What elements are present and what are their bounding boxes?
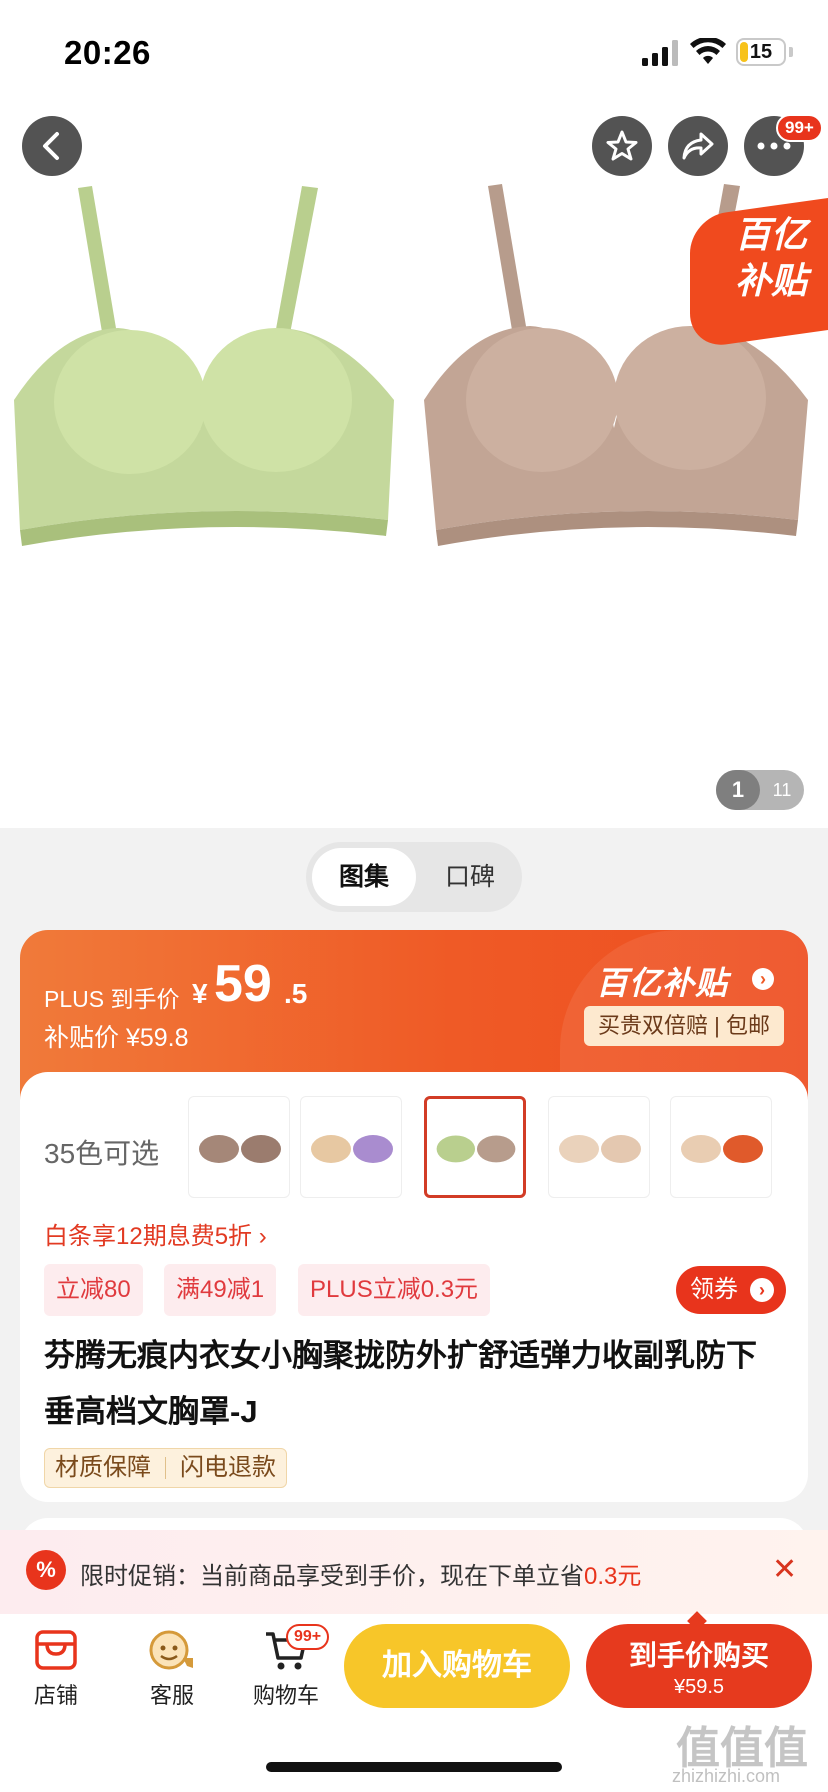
installment-offer-link[interactable]: 白条享12期息费5折 › (44, 1216, 267, 1251)
buy-now-label: 到手价购买 (628, 1640, 769, 1671)
chevron-left-icon (43, 132, 59, 160)
share-icon (682, 132, 714, 160)
wifi-icon (690, 38, 726, 64)
chevron-right-icon: › (752, 968, 774, 990)
share-button[interactable] (668, 116, 728, 176)
battery-icon: 15 (736, 38, 786, 66)
cart-label: 购物车 (252, 1683, 319, 1708)
get-coupon-button[interactable]: 领券 › (676, 1266, 786, 1314)
green-bra-image (14, 186, 394, 546)
discount-tag: 立减80 (44, 1264, 143, 1316)
divider (165, 1457, 166, 1479)
buy-now-price: ¥59.5 (673, 1676, 725, 1698)
customer-service-label: 客服 (149, 1683, 194, 1708)
tab-reviews[interactable]: 口碑 (422, 848, 518, 906)
close-icon[interactable]: ✕ (772, 1552, 797, 1587)
watermark-url: zhizhizhi.com (672, 1766, 781, 1786)
color-swatch[interactable] (548, 1096, 650, 1198)
subsidy-line-1: 百亿 (734, 214, 807, 255)
status-time: 20:26 (64, 34, 151, 71)
guarantee-fast-refund: 闪电退款 (180, 1454, 276, 1481)
favorite-button[interactable] (592, 116, 652, 176)
message-count-badge: 99+ (776, 114, 823, 142)
product-page: 20:26 15 百亿 补贴 99+ 1 11 图集 口碑 PLUS 到手价 ¥… (0, 0, 828, 1792)
price-integer: 59 (214, 955, 272, 1013)
more-dots-icon (757, 142, 791, 150)
guarantee-material: 材质保障 (55, 1454, 151, 1481)
swatch-image (681, 1135, 763, 1163)
price-currency: ¥ (192, 978, 208, 1009)
buy-now-button[interactable]: 到手价购买 ¥59.5 (586, 1624, 812, 1708)
color-swatch[interactable] (188, 1096, 290, 1198)
cellular-signal-icon (642, 40, 678, 66)
subsidy-price: 补贴价 ¥59.8 (44, 1024, 189, 1052)
service-guarantee[interactable]: 材质保障 闪电退款 (44, 1448, 287, 1488)
current-image-number: 1 (716, 770, 760, 810)
swatch-image (436, 1135, 516, 1163)
home-indicator[interactable] (266, 1762, 562, 1772)
subsidy-brand-link[interactable]: 百亿补贴 (596, 958, 728, 1004)
product-image-carousel[interactable]: 百亿 补贴 (0, 100, 828, 828)
add-to-cart-button[interactable]: 加入购物车 (344, 1624, 570, 1708)
product-image (14, 184, 808, 546)
discount-tag: PLUS立减0.3元 (298, 1264, 491, 1316)
battery-level: 15 (749, 41, 773, 63)
chevron-right-icon: › (750, 1278, 774, 1302)
promotion-saving: 0.3元 (584, 1563, 642, 1590)
status-bar: 20:26 15 (0, 0, 828, 100)
star-icon (606, 130, 638, 161)
total-image-count: 11 (772, 780, 792, 800)
subsidy-corner-label: 百亿 补贴 (716, 212, 826, 304)
product-title: 芬腾无痕内衣女小胸聚拢防外扩舒适弹力收副乳防下垂高档文胸罩-J (44, 1338, 757, 1429)
coupon-label: 领券 (690, 1276, 738, 1303)
customer-service-button[interactable]: 客服 (124, 1628, 220, 1710)
swatch-image (311, 1135, 393, 1163)
gallery-review-switch: 图集 口碑 (306, 842, 522, 912)
promotion-text: 限时促销：当前商品享受到手价，现在下单立省0.3元 (80, 1556, 641, 1591)
price-decimal: .5 (284, 978, 308, 1009)
swatch-image (199, 1135, 281, 1163)
cart-count-badge: 99+ (286, 1624, 330, 1650)
customer-service-icon (149, 1630, 193, 1670)
subsidy-line-2: 补贴 (734, 260, 807, 301)
image-page-indicator: 1 11 (716, 770, 804, 810)
percent-icon: % (26, 1550, 66, 1590)
discount-tag: 满49减1 (164, 1264, 277, 1316)
color-swatch-selected[interactable] (424, 1096, 526, 1198)
shop-label: 店铺 (33, 1683, 78, 1708)
promotion-message: 限时促销：当前商品享受到手价，现在下单立省 (80, 1563, 584, 1590)
colors-available-label[interactable]: 35色可选 (44, 1132, 159, 1172)
color-swatch[interactable] (670, 1096, 772, 1198)
back-button[interactable] (22, 116, 82, 176)
tab-gallery[interactable]: 图集 (312, 848, 416, 906)
swatch-image (559, 1135, 641, 1163)
battery-tip (789, 47, 793, 57)
color-swatch[interactable] (300, 1096, 402, 1198)
store-icon (35, 1630, 77, 1670)
subsidy-guarantee-pill[interactable]: 买贵双倍赔 | 包邮 (584, 1006, 784, 1046)
plus-price-label: PLUS 到手价 (44, 986, 180, 1012)
shop-button[interactable]: 店铺 (8, 1628, 104, 1710)
